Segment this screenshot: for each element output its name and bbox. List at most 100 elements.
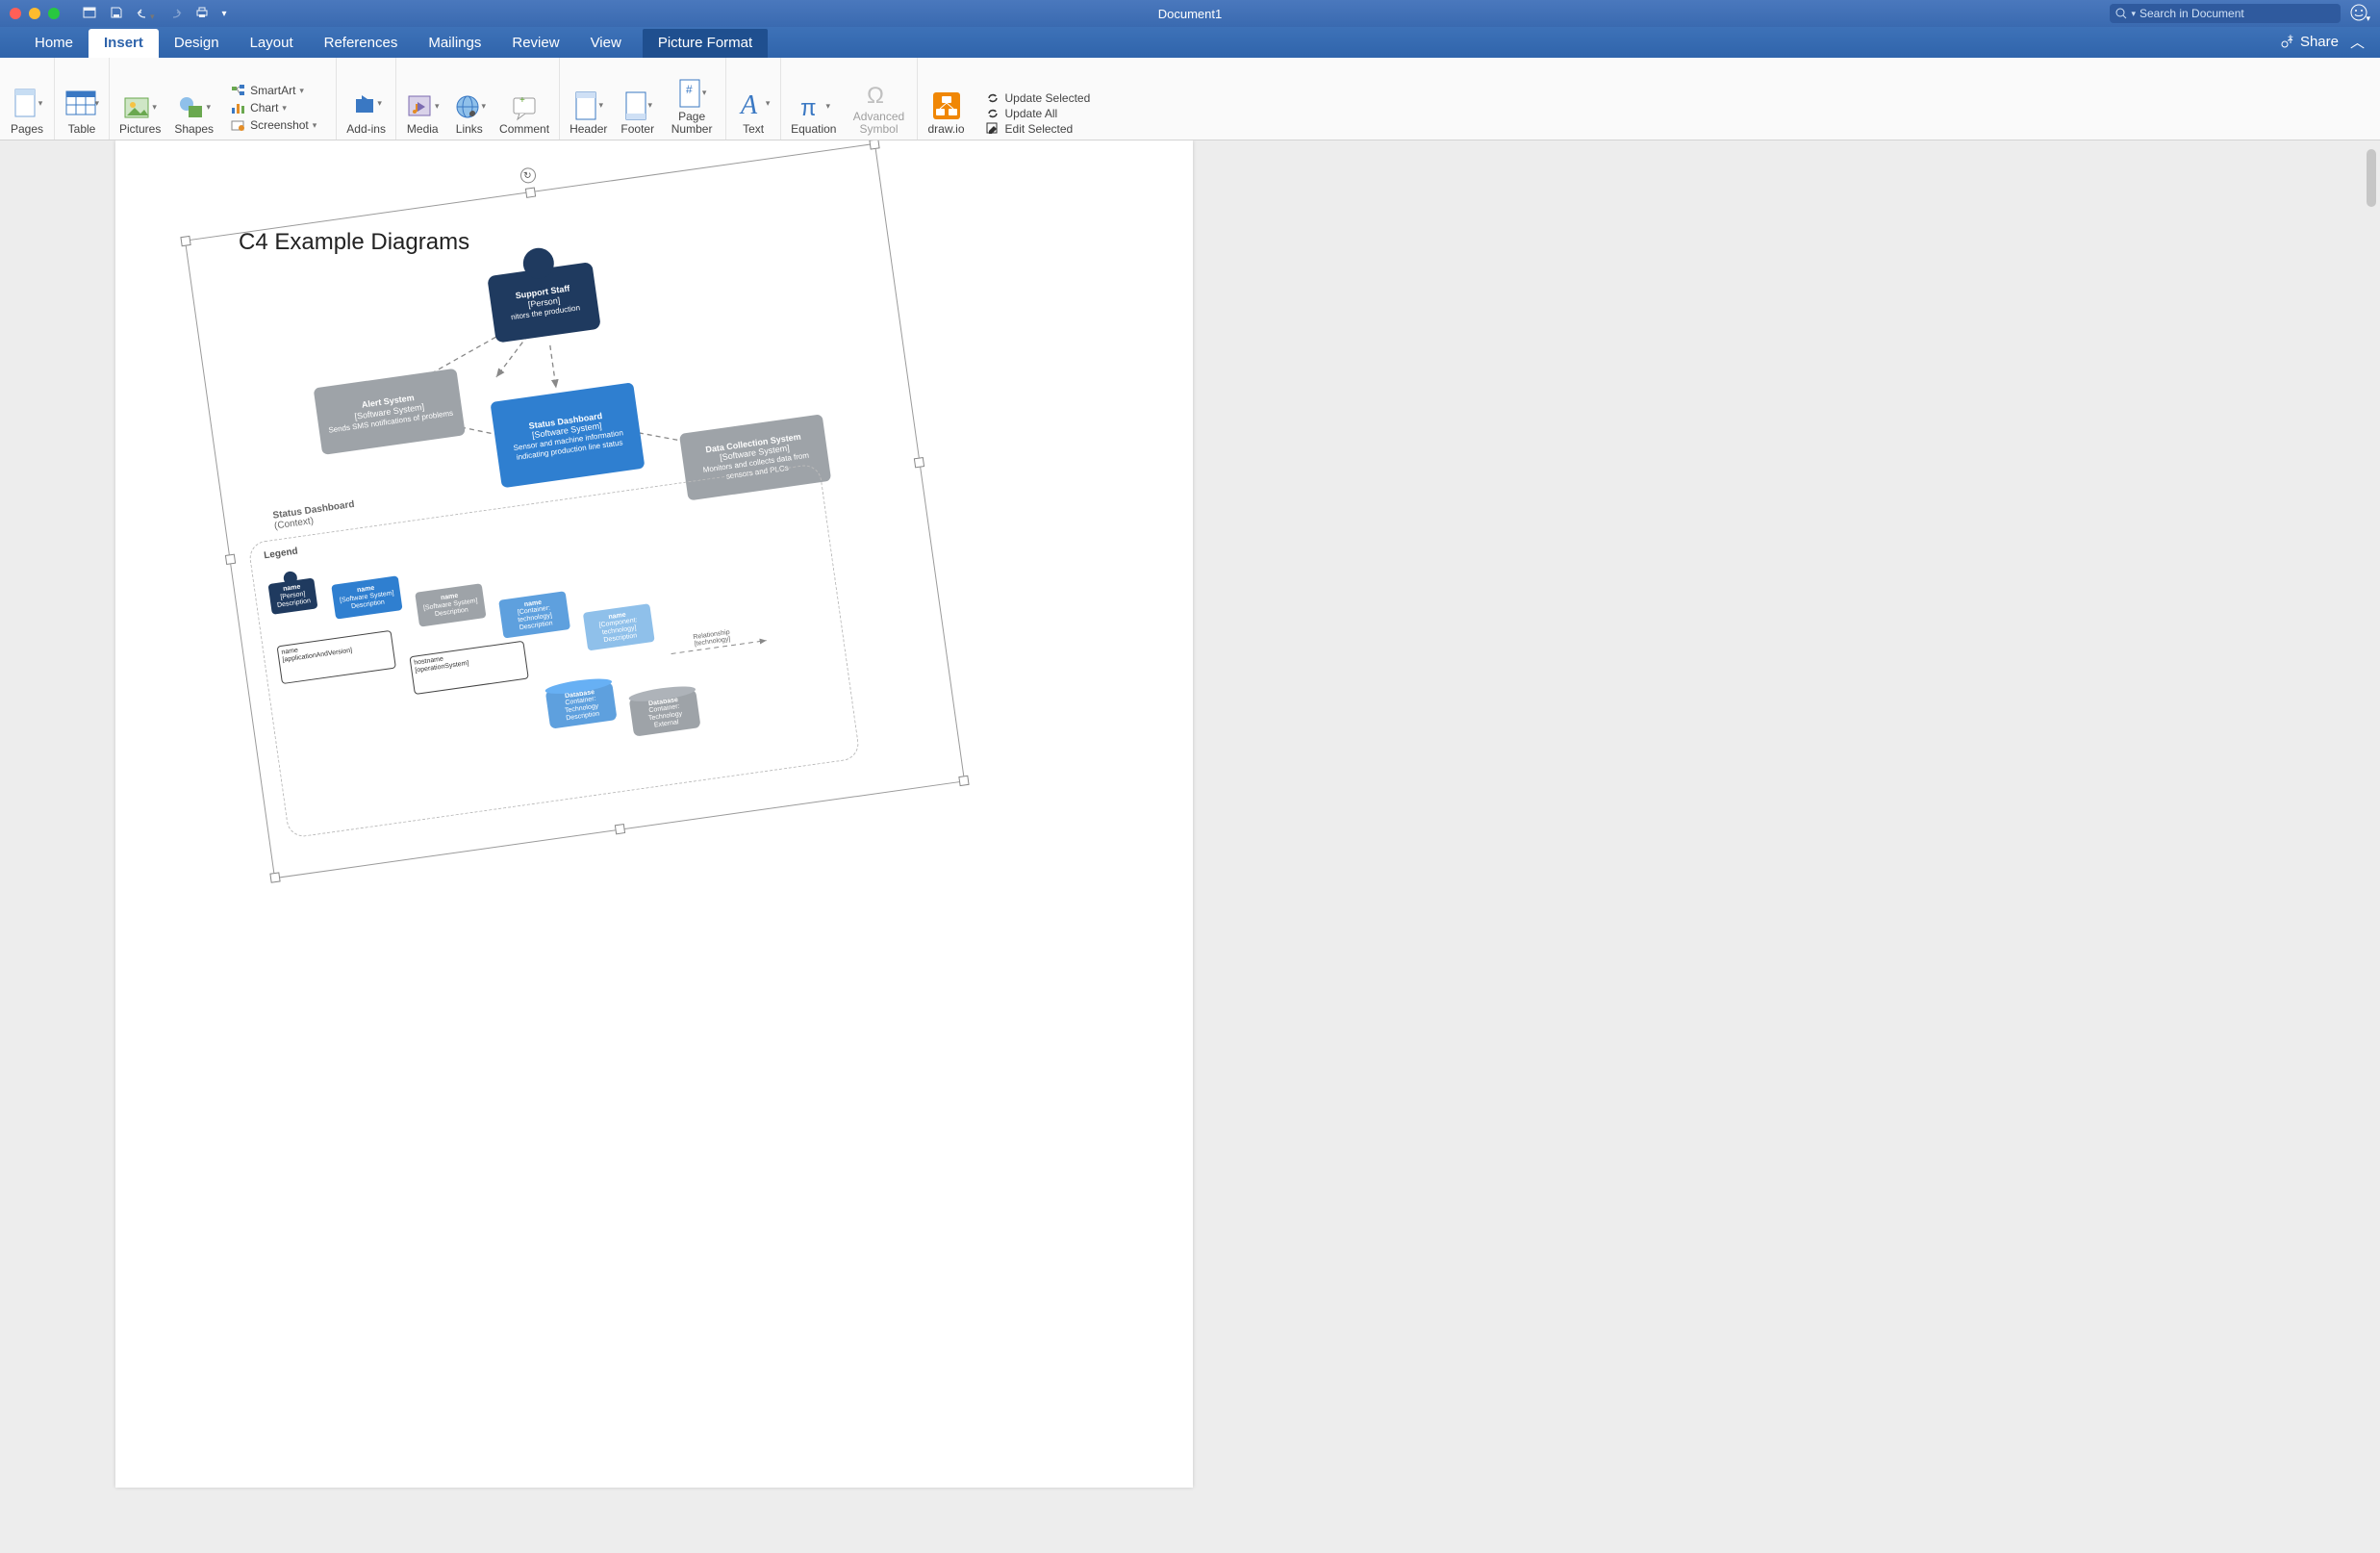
resize-handle-br[interactable] [958, 776, 969, 786]
resize-handle-ml[interactable] [225, 554, 236, 565]
tab-mailings[interactable]: Mailings [413, 29, 496, 58]
vertical-scrollbar[interactable] [2365, 144, 2378, 1545]
save-icon[interactable] [110, 6, 123, 22]
share-icon: + [2279, 35, 2294, 50]
svg-text:A: A [739, 90, 758, 119]
ribbon-tabs: Home Insert Design Layout References Mai… [0, 27, 2380, 58]
resize-handle-tr[interactable] [869, 140, 879, 150]
smartart-icon [231, 84, 246, 97]
drawio-button[interactable]: draw.io [927, 90, 964, 136]
undo-icon[interactable]: ▾ [137, 6, 155, 22]
equation-button[interactable]: π▾ Equation [791, 92, 836, 136]
titlebar: ▾ ▾ Document1 ▾ Search in Document ▾ [0, 0, 2380, 27]
close-window-button[interactable] [10, 8, 21, 19]
footer-icon [623, 90, 648, 121]
page: C4 Example Diagrams ↻ [115, 140, 1193, 1488]
screenshot-button[interactable]: Screenshot▾ [231, 118, 316, 132]
rotate-handle[interactable]: ↻ [519, 166, 536, 184]
tab-design[interactable]: Design [159, 29, 235, 58]
advanced-symbol-button[interactable]: Ω Advanced Symbol [849, 80, 907, 136]
header-button[interactable]: ▾ Header [570, 90, 607, 136]
search-placeholder: Search in Document [2139, 7, 2244, 20]
minimize-window-button[interactable] [29, 8, 40, 19]
diagram-person-support: Support Staff [Person] nitors the produc… [487, 262, 601, 344]
addins-icon [350, 89, 379, 118]
table-button[interactable]: ▾ Table [55, 58, 110, 140]
document-canvas[interactable]: C4 Example Diagrams ↻ [0, 140, 2380, 1553]
chart-icon [231, 101, 246, 115]
window-controls [0, 8, 60, 19]
drawio-icon [931, 90, 962, 121]
links-button[interactable]: ▾ Links [453, 92, 487, 136]
tab-review[interactable]: Review [496, 29, 574, 58]
tab-insert[interactable]: Insert [89, 29, 159, 58]
diagram-system-alert: Alert System [Software System] Sends SMS… [314, 369, 466, 455]
resize-handle-bl[interactable] [269, 872, 280, 882]
refresh-icon [986, 91, 1000, 105]
addins-button[interactable]: ▾ Add-ins [337, 58, 396, 140]
header-icon [573, 90, 598, 121]
diagram-boundary-label: Status Dashboard(Context) [272, 499, 357, 532]
media-icon [406, 92, 435, 121]
pictures-icon [123, 94, 152, 121]
scrollbar-thumb[interactable] [2367, 149, 2376, 207]
svg-text:π: π [800, 95, 817, 121]
page-number-button[interactable]: #▾ Page Number [668, 78, 716, 136]
share-label: Share [2300, 34, 2339, 50]
search-icon [2115, 8, 2127, 19]
quick-access-toolbar: ▾ ▾ [83, 6, 227, 22]
tab-references[interactable]: References [309, 29, 414, 58]
selected-picture[interactable]: ↻ Support Staff [Perso [185, 143, 965, 878]
footer-button[interactable]: ▾ Footer [620, 90, 654, 136]
collapse-ribbon-icon[interactable]: ︿ [2350, 32, 2365, 52]
diagram-system-status: Status Dashboard [Software System] Senso… [490, 382, 645, 488]
user-account-icon[interactable]: ▾ [2350, 4, 2370, 24]
share-button[interactable]: + Share ︿ [2264, 26, 2380, 58]
media-button[interactable]: ▾ Media [406, 92, 440, 136]
resize-handle-mr[interactable] [914, 457, 924, 468]
shapes-icon [177, 94, 206, 121]
document-title: Document1 [1158, 7, 1222, 21]
update-all-button[interactable]: Update All [986, 107, 1091, 120]
screenshot-icon [231, 118, 246, 132]
zoom-window-button[interactable] [48, 8, 60, 19]
resize-handle-tm[interactable] [524, 188, 535, 198]
pages-button[interactable]: ▾ Pages [0, 58, 55, 140]
edit-selected-button[interactable]: Edit Selected [986, 122, 1091, 136]
comment-icon: + [510, 92, 539, 121]
tab-view[interactable]: View [575, 29, 637, 58]
edit-icon [986, 122, 1000, 136]
tab-picture-format[interactable]: Picture Format [643, 29, 768, 58]
resize-handle-tl[interactable] [180, 236, 190, 246]
tab-layout[interactable]: Layout [235, 29, 309, 58]
qat-more-icon[interactable]: ▾ [222, 9, 227, 19]
svg-text:Ω: Ω [867, 83, 884, 109]
page-number-icon: # [677, 78, 702, 109]
ribbon: ▾ Pages ▾ Table ▾ Pictures ▾ Shapes Smar… [0, 58, 2380, 140]
print-icon[interactable] [195, 6, 209, 22]
customize-qat-icon[interactable] [83, 6, 96, 22]
svg-text:#: # [686, 83, 693, 96]
comment-button[interactable]: + Comment [499, 92, 549, 136]
tab-home[interactable]: Home [19, 29, 89, 58]
redo-icon[interactable] [168, 6, 182, 22]
svg-text:+: + [519, 95, 525, 106]
links-icon [453, 92, 482, 121]
svg-text:+: + [2288, 35, 2293, 43]
legend-person: name[Person]Description [267, 577, 317, 614]
equation-icon: π [798, 92, 826, 121]
search-input[interactable]: ▾ Search in Document [2110, 4, 2341, 23]
chart-button[interactable]: Chart▾ [231, 101, 287, 115]
diagram-arrows [196, 209, 502, 392]
resize-handle-bm[interactable] [614, 824, 624, 834]
c4-diagram: Support Staff [Person] nitors the produc… [196, 155, 952, 867]
shapes-button[interactable]: ▾ Shapes [174, 94, 214, 136]
text-icon: A [737, 89, 768, 119]
pages-icon [12, 88, 40, 120]
update-selected-button[interactable]: Update Selected [986, 91, 1091, 105]
symbol-icon: Ω [864, 80, 893, 109]
pictures-button[interactable]: ▾ Pictures [119, 94, 161, 136]
text-button[interactable]: A▾ Text [726, 58, 781, 140]
smartart-button[interactable]: SmartArt▾ [231, 84, 304, 97]
table-icon [64, 89, 96, 118]
